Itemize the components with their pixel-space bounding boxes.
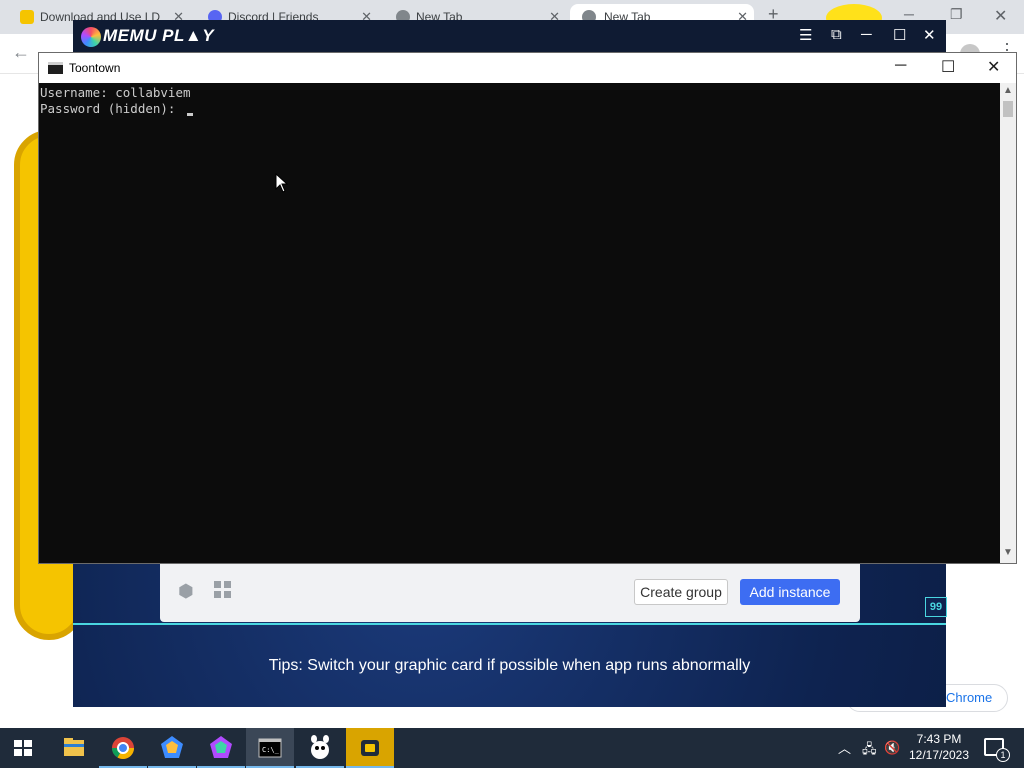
windows-taskbar: C:\_ ︿ 🖧 🔇 7:43 PM 12/17/2023 1 xyxy=(0,728,1024,768)
file-explorer-icon xyxy=(64,738,84,756)
console-title: Toontown xyxy=(69,61,121,75)
grid-view-icon[interactable] xyxy=(214,581,232,599)
console-minimize-icon[interactable]: ─ xyxy=(895,57,906,75)
password-prompt: Password (hidden): xyxy=(40,101,183,116)
memu-logo-icon xyxy=(81,27,101,47)
console-scrollbar[interactable]: ▲ ▼ xyxy=(1000,83,1016,563)
taskbar-command-prompt[interactable]: C:\_ xyxy=(246,728,294,768)
ldplayer-icon xyxy=(361,740,379,756)
clock-date[interactable]: 12/17/2023 xyxy=(900,748,978,762)
memu-minimize-icon[interactable]: ─ xyxy=(861,26,872,43)
create-group-button[interactable]: Create group xyxy=(634,579,728,605)
instance-toolbar: ⬢ Create group Add instance xyxy=(160,563,860,622)
scroll-thumb[interactable] xyxy=(1003,101,1013,117)
taskbar-memu-multi[interactable] xyxy=(148,728,196,768)
svg-text:C:\_: C:\_ xyxy=(262,746,280,754)
text-cursor xyxy=(187,113,193,116)
ldplayer-icon xyxy=(20,10,34,24)
notification-count-badge: 1 xyxy=(996,748,1010,762)
cyan-divider xyxy=(73,623,946,625)
toontown-console-window: Toontown ─ ☐ ✕ Username: collabviem Pass… xyxy=(38,52,1017,564)
console-close-icon[interactable]: ✕ xyxy=(987,57,1000,77)
memu-logo-text: MEMU PL▲Y xyxy=(103,26,215,45)
scroll-down-icon[interactable]: ▼ xyxy=(1003,547,1013,558)
command-prompt-icon: C:\_ xyxy=(258,738,282,758)
clock-time[interactable]: 7:43 PM xyxy=(900,732,978,746)
chrome-icon xyxy=(112,737,134,759)
password-prompt-line[interactable]: Password (hidden): xyxy=(40,101,1000,117)
taskbar-ldplayer[interactable] xyxy=(346,728,394,768)
fps-badge: 99 xyxy=(925,597,947,617)
screen-toggle-icon[interactable]: ⧉ xyxy=(831,26,842,43)
scroll-up-icon[interactable]: ▲ xyxy=(1003,85,1013,96)
memu-multi-icon xyxy=(161,736,183,758)
settings-hex-icon[interactable]: ⬢ xyxy=(178,581,194,602)
taskbar-toontown-launcher[interactable] xyxy=(296,728,344,768)
console-output[interactable]: Username: collabviem Password (hidden): xyxy=(39,83,1000,563)
username-line: Username: collabviem xyxy=(40,85,191,100)
memu-titlebar: MEMU PL▲Y ☰ ⧉ ─ ☐ ✕ xyxy=(73,20,946,53)
console-titlebar: Toontown ─ ☐ ✕ xyxy=(39,53,1016,83)
chrome-bottom-link[interactable]: Chrome xyxy=(946,690,992,705)
memu-icon xyxy=(210,736,232,758)
taskbar-memu[interactable] xyxy=(197,728,245,768)
memu-close-icon[interactable]: ✕ xyxy=(923,26,936,44)
network-icon[interactable]: 🖧 xyxy=(862,740,877,762)
console-maximize-icon[interactable]: ☐ xyxy=(941,57,955,77)
chrome-restore-icon[interactable]: ❐ xyxy=(950,6,963,23)
hamburger-menu-icon[interactable]: ☰ xyxy=(799,26,812,44)
chrome-close-icon[interactable]: ✕ xyxy=(994,6,1007,26)
volume-muted-icon[interactable]: 🔇 xyxy=(884,740,900,756)
tips-text: Tips: Switch your graphic card if possib… xyxy=(268,657,751,674)
memu-maximize-icon[interactable]: ☐ xyxy=(893,26,906,44)
taskbar-file-explorer[interactable] xyxy=(50,728,98,768)
windows-start-icon[interactable] xyxy=(14,740,32,756)
console-icon xyxy=(48,62,63,74)
toontown-launcher-icon xyxy=(311,735,329,759)
taskbar-chrome[interactable] xyxy=(99,728,147,768)
add-instance-button[interactable]: Add instance xyxy=(740,579,840,605)
tray-chevron-up-icon[interactable]: ︿ xyxy=(838,738,851,757)
back-arrow-icon[interactable]: ← xyxy=(12,42,30,63)
mouse-pointer-icon xyxy=(275,173,289,193)
